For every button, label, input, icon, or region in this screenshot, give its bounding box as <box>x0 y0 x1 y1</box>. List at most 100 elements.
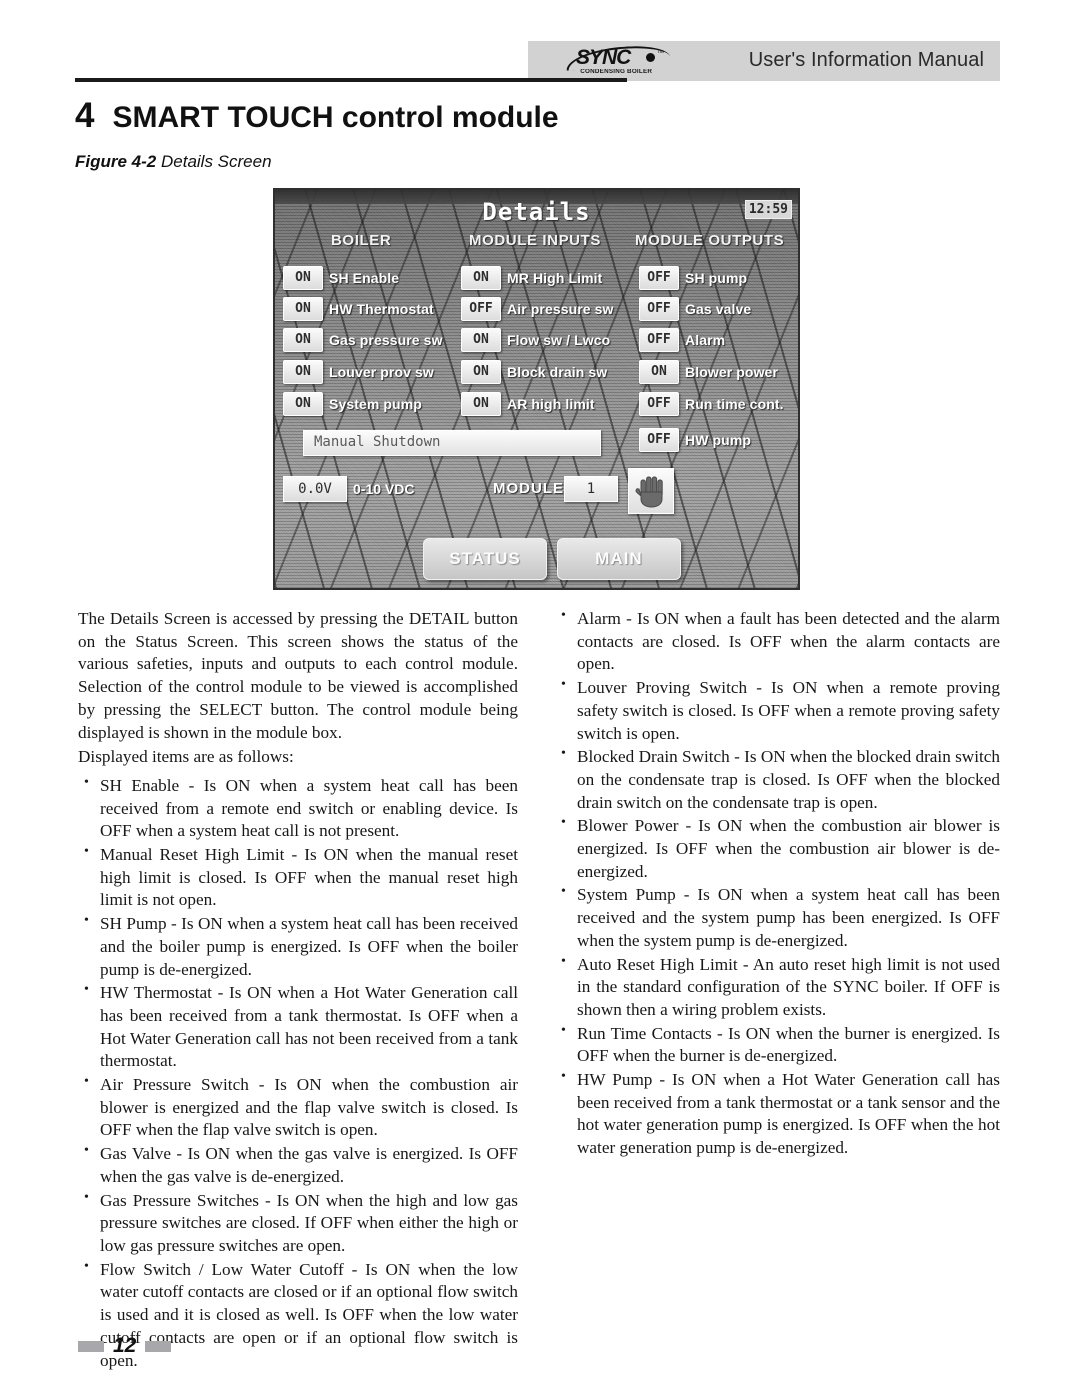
logo-wordmark: SYNC <box>576 46 631 69</box>
row-label: HW Thermostat <box>329 301 434 317</box>
status-badge: OFF <box>639 328 679 352</box>
list-item: HW Pump - Is ON when a Hot Water Generat… <box>555 1068 1000 1160</box>
row-label: HW pump <box>685 432 752 448</box>
status-badge: ON <box>639 360 679 384</box>
lcd-row-alarm[interactable]: OFF Alarm <box>639 328 725 358</box>
module-number-box[interactable]: 1 <box>564 476 618 502</box>
row-label: Blower power <box>685 364 778 380</box>
body-column-left: The Details Screen is accessed by pressi… <box>78 608 518 1373</box>
lcd-row-flow-sw-lwco[interactable]: ON Flow sw / Lwco <box>461 328 610 358</box>
status-badge: OFF <box>461 297 501 321</box>
list-item: HW Thermostat - Is ON when a Hot Water G… <box>78 981 518 1073</box>
lcd-column-headers: BOILER MODULE INPUTS MODULE OUTPUTS <box>275 232 798 252</box>
row-label: Gas valve <box>685 301 752 317</box>
status-badge: ON <box>283 297 323 321</box>
logo-dot-icon <box>646 53 655 62</box>
lcd-row-ar-high-limit[interactable]: ON AR high limit <box>461 392 595 422</box>
hand-icon[interactable] <box>628 468 674 514</box>
manual-title: User's Information Manual <box>748 49 984 71</box>
header-rule <box>75 78 627 82</box>
lcd-row-hw-thermostat[interactable]: ON HW Thermostat <box>283 297 434 327</box>
header-band: SYNC ™ CONDENSING BOILER User's Informat… <box>528 41 1000 81</box>
lcd-row-blower-power[interactable]: ON Blower power <box>639 360 778 390</box>
voltage-label: 0-10 VDC <box>353 481 415 497</box>
lcd-clock: 12:59 <box>744 200 792 219</box>
logo-subtitle: CONDENSING BOILER <box>580 69 653 75</box>
logo-trademark: ™ <box>657 50 664 57</box>
footer-box-right <box>145 1340 172 1352</box>
list-item: System Pump - Is ON when a system heat c… <box>555 883 1000 952</box>
voltage-value: 0.0V <box>283 476 347 502</box>
list-item: Air Pressure Switch - Is ON when the com… <box>78 1073 518 1142</box>
status-badge: ON <box>461 360 501 384</box>
status-badge: OFF <box>639 428 679 452</box>
main-button[interactable]: MAIN <box>557 538 681 580</box>
row-label: SH pump <box>685 270 748 286</box>
status-button[interactable]: STATUS <box>423 538 547 580</box>
list-item: Manual Reset High Limit - Is ON when the… <box>78 843 518 912</box>
list-item: SH Pump - Is ON when a system heat call … <box>78 912 518 981</box>
lcd-row-mr-high-limit[interactable]: ON MR High Limit <box>461 266 602 296</box>
footer-box-left <box>78 1340 104 1352</box>
lcd-row-system-pump[interactable]: ON System pump <box>283 392 422 422</box>
right-bullet-list: Alarm - Is ON when a fault has been dete… <box>555 607 1000 1160</box>
row-label: Block drain sw <box>507 364 608 380</box>
page-title: 4 SMART TOUCH control module <box>75 96 559 136</box>
voltage-module-row: 0.0V 0-10 VDC MODULE 1 <box>283 468 798 514</box>
status-badge: ON <box>461 328 501 352</box>
lcd-row-gas-valve[interactable]: OFF Gas valve <box>639 297 751 327</box>
shutdown-status-text: Manual Shutdown <box>314 434 441 450</box>
lead-in-paragraph: Displayed items are as follows: <box>78 747 294 767</box>
status-badge: OFF <box>639 297 679 321</box>
lcd-button-row: STATUS MAIN <box>275 538 798 582</box>
row-label: Run time cont. <box>685 396 784 412</box>
status-badge: OFF <box>639 392 679 416</box>
list-item: Blocked Drain Switch - Is ON when the bl… <box>555 745 1000 814</box>
status-badge: ON <box>283 392 323 416</box>
status-badge: ON <box>283 360 323 384</box>
column-header-module-inputs: MODULE INPUTS <box>469 232 601 249</box>
list-item: Auto Reset High Limit - An auto reset hi… <box>555 953 1000 1022</box>
details-screen-photo: Details 12:59 BOILER MODULE INPUTS MODUL… <box>273 188 800 590</box>
row-label: System pump <box>329 396 422 412</box>
figure-caption: Figure 4-2 Details Screen <box>75 152 272 172</box>
status-badge: OFF <box>639 266 679 290</box>
module-label: MODULE <box>493 480 564 497</box>
lcd-row-block-drain-sw[interactable]: ON Block drain sw <box>461 360 607 390</box>
column-header-module-outputs: MODULE OUTPUTS <box>635 232 785 249</box>
row-label: SH Enable <box>329 270 400 286</box>
lcd-row-gas-pressure-sw[interactable]: ON Gas pressure sw <box>283 328 443 358</box>
lcd-row-sh-pump[interactable]: OFF SH pump <box>639 266 747 296</box>
body-column-right: Alarm - Is ON when a fault has been dete… <box>555 607 1000 1161</box>
chapter-number: 4 <box>75 96 95 135</box>
list-item: Gas Valve - Is ON when the gas valve is … <box>78 1142 518 1188</box>
manual-shutdown-bar: Manual Shutdown <box>303 430 601 456</box>
page-footer: 12 <box>78 1334 172 1360</box>
lcd-row-air-pressure-sw[interactable]: OFF Air pressure sw <box>461 297 614 327</box>
row-label: Gas pressure sw <box>329 332 443 348</box>
list-item: Run Time Contacts - Is ON when the burne… <box>555 1022 1000 1068</box>
row-label: Air pressure sw <box>507 301 614 317</box>
row-label: Flow sw / Lwco <box>507 332 611 348</box>
lcd-row-sh-enable[interactable]: ON SH Enable <box>283 266 399 296</box>
status-badge: ON <box>461 266 501 290</box>
manual-page: SYNC ™ CONDENSING BOILER User's Informat… <box>0 0 1080 1397</box>
lcd-screen-title: Details <box>482 198 591 226</box>
status-badge: ON <box>283 328 323 352</box>
chapter-title: SMART TOUCH control module <box>112 101 559 134</box>
intro-paragraph: The Details Screen is accessed by pressi… <box>78 609 518 742</box>
row-label: Alarm <box>685 332 726 348</box>
list-item: Louver Proving Switch - Is ON when a rem… <box>555 676 1000 745</box>
left-bullet-list: SH Enable - Is ON when a system heat cal… <box>78 774 518 1372</box>
list-item: Alarm - Is ON when a fault has been dete… <box>555 607 1000 676</box>
row-label: AR high limit <box>507 396 595 412</box>
lcd-row-louver-prov-sw[interactable]: ON Louver prov sw <box>283 360 434 390</box>
page-number: 12 <box>113 1334 137 1357</box>
lcd-row-hw-pump[interactable]: OFF HW pump <box>639 428 751 458</box>
lcd-row-run-time-cont[interactable]: OFF Run time cont. <box>639 392 784 422</box>
row-label: MR High Limit <box>507 270 603 286</box>
row-label: Louver prov sw <box>329 364 434 380</box>
list-item: SH Enable - Is ON when a system heat cal… <box>78 774 518 843</box>
sync-logo: SYNC ™ CONDENSING BOILER <box>558 44 678 79</box>
list-item: Blower Power - Is ON when the combustion… <box>555 814 1000 883</box>
